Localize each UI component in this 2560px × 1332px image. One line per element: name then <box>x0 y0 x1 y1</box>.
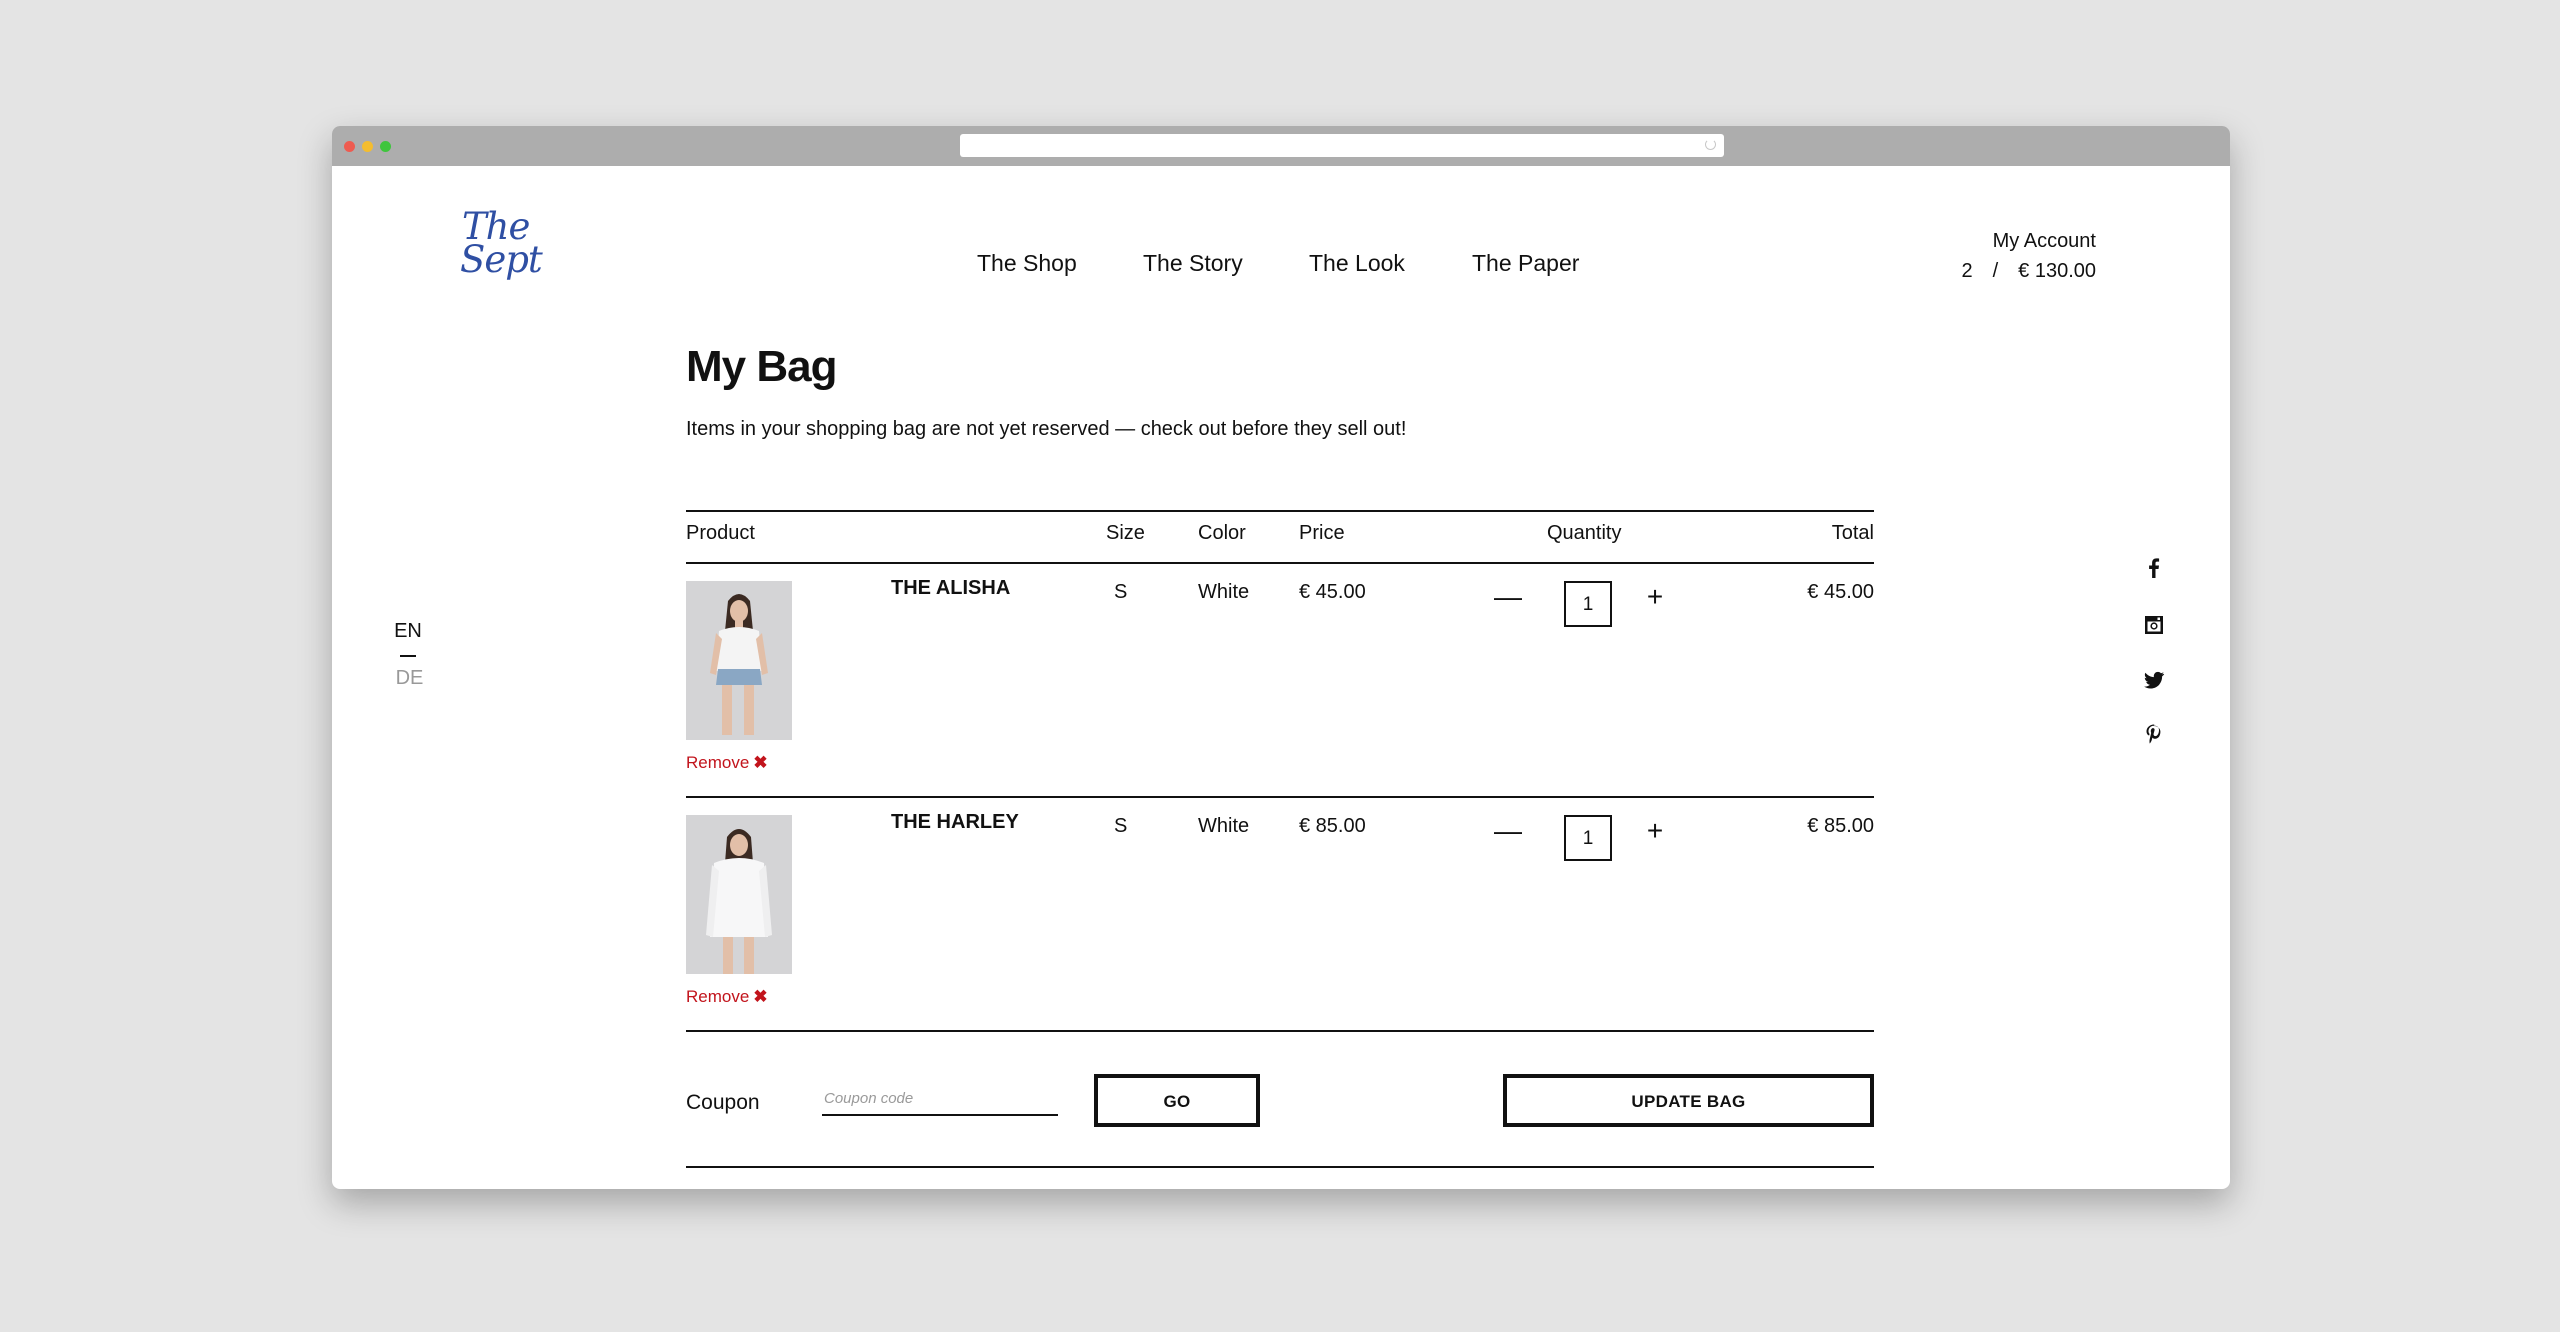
quantity-decrease-button[interactable]: — <box>1493 817 1523 847</box>
quantity-increase-button[interactable]: + <box>1640 817 1670 847</box>
twitter-icon[interactable] <box>2142 668 2166 692</box>
coupon-code-input[interactable] <box>822 1082 1058 1116</box>
nav-item-look[interactable]: The Look <box>1309 250 1405 277</box>
page: The Sept The Shop The Story The Look The… <box>332 166 2230 1189</box>
column-header-color: Color <box>1198 522 1246 544</box>
remove-label: Remove <box>686 987 750 1006</box>
remove-item-button[interactable]: Remove ✖ <box>686 987 768 1007</box>
nav-item-shop[interactable]: The Shop <box>977 250 1077 277</box>
nav-item-story[interactable]: The Story <box>1143 250 1243 277</box>
reservation-notice: Items in your shopping bag are not yet r… <box>686 418 1407 440</box>
product-color: White <box>1198 581 1250 603</box>
language-divider <box>400 655 416 657</box>
product-image[interactable] <box>686 581 792 740</box>
column-header-product: Product <box>686 522 755 544</box>
pinterest-icon[interactable] <box>2142 722 2166 746</box>
my-account-link[interactable]: My Account <box>1961 226 2096 256</box>
browser-toolbar <box>332 126 2230 166</box>
close-icon: ✖ <box>753 753 768 772</box>
reload-icon[interactable] <box>1705 139 1716 150</box>
column-header-quantity: Quantity <box>1547 522 1622 544</box>
quantity-field[interactable]: 1 <box>1564 815 1612 861</box>
product-price: € 45.00 <box>1299 581 1366 603</box>
language-en[interactable]: EN <box>394 620 422 642</box>
browser-window: The Sept The Shop The Story The Look The… <box>332 126 2230 1189</box>
column-header-price: Price <box>1299 522 1345 544</box>
column-header-size: Size <box>1106 522 1145 544</box>
product-price: € 85.00 <box>1299 815 1366 837</box>
product-size: S <box>1114 815 1128 837</box>
product-name[interactable]: THE ALISHA <box>891 577 1010 600</box>
product-image[interactable] <box>686 815 792 974</box>
language-switcher: EN DE <box>388 620 428 690</box>
bag-item: Remove ✖ THE ALISHA S White € 45.00 — 1 +… <box>686 563 1874 796</box>
remove-label: Remove <box>686 753 750 772</box>
close-icon: ✖ <box>753 987 768 1006</box>
instagram-icon[interactable] <box>2142 613 2166 637</box>
quantity-decrease-button[interactable]: — <box>1493 583 1523 613</box>
column-header-total: Total <box>1831 522 1874 544</box>
minimize-window-button[interactable] <box>362 141 373 152</box>
main-nav: The Shop The Story The Look The Paper <box>332 250 2230 290</box>
account-area: My Account 2 / € 130.00 <box>1961 226 2096 286</box>
facebook-icon[interactable] <box>2142 556 2166 580</box>
language-de[interactable]: DE <box>391 667 428 690</box>
quantity-increase-button[interactable]: + <box>1640 583 1670 613</box>
close-window-button[interactable] <box>344 141 355 152</box>
cart-total: € 130.00 <box>2018 260 2096 282</box>
mini-cart[interactable]: 2 / € 130.00 <box>1961 256 2096 286</box>
update-bag-button[interactable]: UPDATE BAG <box>1503 1074 1874 1127</box>
quantity-field[interactable]: 1 <box>1564 581 1612 627</box>
cart-item-count: 2 <box>1961 260 1973 282</box>
footer-rule <box>686 1166 1874 1168</box>
coupon-label: Coupon <box>686 1091 760 1114</box>
line-total: € 45.00 <box>1807 581 1874 603</box>
apply-coupon-button[interactable]: GO <box>1094 1074 1260 1127</box>
product-name[interactable]: THE HARLEY <box>891 811 1019 834</box>
page-title: My Bag <box>686 342 837 391</box>
address-bar[interactable] <box>960 134 1724 157</box>
items-bottom-rule <box>686 1030 1874 1032</box>
nav-item-paper[interactable]: The Paper <box>1472 250 1579 277</box>
table-top-rule <box>686 510 1874 512</box>
line-total: € 85.00 <box>1807 815 1874 837</box>
product-size: S <box>1114 581 1128 603</box>
bag-item: Remove ✖ THE HARLEY S White € 85.00 — 1 +… <box>686 797 1874 1030</box>
maximize-window-button[interactable] <box>380 141 391 152</box>
product-color: White <box>1198 815 1250 837</box>
cart-separator: / <box>1992 260 1999 282</box>
remove-item-button[interactable]: Remove ✖ <box>686 753 768 773</box>
